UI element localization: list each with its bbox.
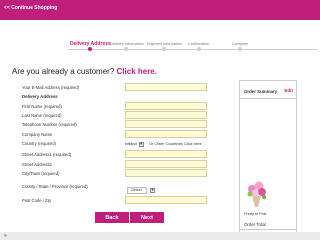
top-bar: << Continue Shopping xyxy=(0,0,320,20)
customer-prompt: Are you already a customer? Click here. xyxy=(12,67,157,76)
company-label: Company Name xyxy=(22,132,53,137)
edit-order-link[interactable]: Edit xyxy=(284,88,293,93)
street2-field[interactable] xyxy=(125,160,207,168)
step-marker xyxy=(124,47,128,51)
country-select[interactable]: Ireland ▾ xyxy=(125,140,144,148)
delivery-address-heading: Delivery Address xyxy=(22,94,58,99)
country-label: Country (required) xyxy=(22,141,56,146)
email-field[interactable] xyxy=(125,83,207,91)
chevron-down-icon[interactable]: ▾ xyxy=(138,141,144,147)
county-select[interactable]: -Select- ▾ xyxy=(127,186,155,194)
telephone-label: Telephone Number (required) xyxy=(22,122,77,127)
street2-label: Street Address2 xyxy=(22,162,52,167)
city-field[interactable] xyxy=(125,169,207,177)
order-summary-title: Order Summary xyxy=(244,89,278,94)
country-value: Ireland xyxy=(125,142,137,146)
step-marker xyxy=(197,47,201,51)
last-name-field[interactable] xyxy=(125,111,207,119)
step-marker xyxy=(162,47,166,51)
divider xyxy=(240,98,297,99)
customer-prompt-text: Are you already a customer? xyxy=(12,67,115,76)
divider xyxy=(240,229,297,230)
step-marker xyxy=(238,47,242,51)
postcode-field[interactable] xyxy=(125,196,207,204)
flower-bouquet-icon xyxy=(247,181,266,207)
county-value: -Select- xyxy=(127,186,147,194)
other-countries-link[interactable]: Or Other Countries Click here xyxy=(149,141,202,146)
email-label: Your E-Mail Address (required) xyxy=(22,85,80,90)
last-name-label: Last Name (required) xyxy=(22,113,62,118)
company-field[interactable] xyxy=(125,130,207,138)
step-delivery-information: Delivery Information xyxy=(110,42,144,46)
chevron-down-icon[interactable]: ▾ xyxy=(150,187,155,193)
order-summary-panel: Order Summary Edit Pretty In Pink Order … xyxy=(239,80,297,239)
step-complete: Complete xyxy=(232,42,249,46)
step-marker-active xyxy=(88,47,92,51)
order-total-label: Order Total xyxy=(244,222,266,227)
back-button[interactable]: Back xyxy=(95,212,129,223)
street1-field[interactable] xyxy=(125,150,207,158)
product-name: Pretty In Pink xyxy=(244,212,267,216)
first-name-field[interactable] xyxy=(125,102,207,110)
step-payment-information: Payment Information xyxy=(147,42,183,46)
footer-mark: » xyxy=(4,233,7,239)
step-confirmation: Confirmation xyxy=(188,42,210,46)
next-button[interactable]: Next xyxy=(130,212,164,223)
county-label: County / State / Province (required) xyxy=(22,184,88,189)
city-label: City/Town (required) xyxy=(22,171,60,176)
postcode-label: Post Code / Zip xyxy=(22,198,51,203)
login-link[interactable]: Click here. xyxy=(117,67,157,76)
footer-bar: » xyxy=(0,232,320,240)
steps-progress-line xyxy=(68,49,318,50)
street1-label: Street Address1 (required) xyxy=(22,152,72,157)
first-name-label: First Name (required) xyxy=(22,104,62,109)
continue-shopping-link[interactable]: << Continue Shopping xyxy=(4,5,57,11)
telephone-field[interactable] xyxy=(125,120,207,128)
